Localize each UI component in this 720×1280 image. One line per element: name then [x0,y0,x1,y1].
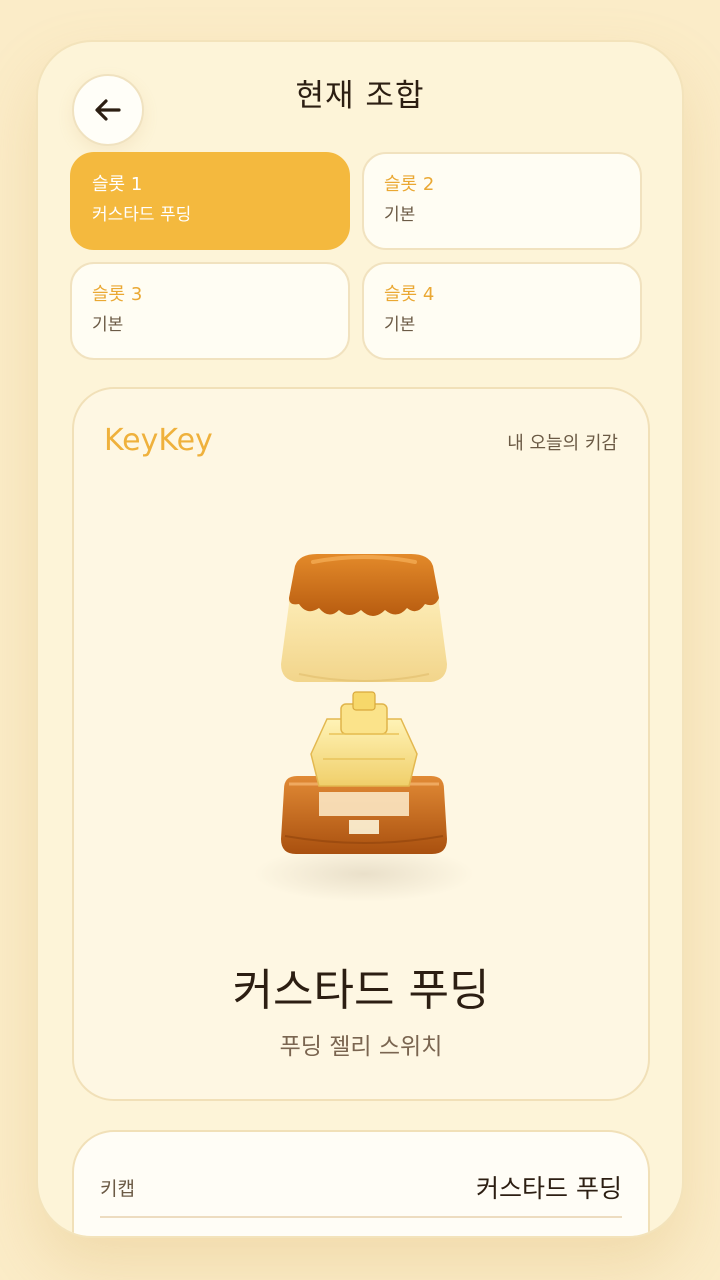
slot-3-button[interactable]: 슬롯 3 기본 [70,262,350,360]
combo-subtitle: 푸딩 젤리 스위치 [279,1034,443,1060]
slot-name: 슬롯 1 [92,174,143,195]
slot-value: 기본 [384,315,416,335]
combo-card: KeyKey 내 오늘의 키감 커스타드 푸딩 푸딩 젤리 스위치 [72,387,650,1101]
combo-name: 커스타드 푸딩 [232,965,490,1016]
slot-name: 슬롯 2 [384,174,435,195]
slot-1-button[interactable]: 슬롯 1 커스타드 푸딩 [70,152,350,250]
page-title: 현재 조합 [295,78,425,114]
slot-name: 슬롯 3 [92,284,143,305]
slot-grid: 슬롯 1 커스타드 푸딩 슬롯 2 기본 슬롯 3 기본 슬롯 4 기본 [70,152,642,360]
keycap-label: 키캡 [100,1177,135,1200]
brand-logo: KeyKey [104,423,213,458]
phone-screen: 현재 조합 슬롯 1 커스타드 푸딩 슬롯 2 기본 슬롯 3 기본 슬롯 4 … [36,40,684,1238]
pudding-keycap-switch-icon [254,554,474,902]
slot-value: 커스타드 푸딩 [92,205,192,225]
slot-4-button[interactable]: 슬롯 4 기본 [362,262,642,360]
mood-label: 내 오늘의 키감 [507,433,618,454]
detail-card: 키캡 커스타드 푸딩 [72,1130,650,1236]
keycap-row[interactable]: 키캡 커스타드 푸딩 [100,1158,622,1218]
slot-name: 슬롯 4 [384,284,435,305]
slot-value: 기본 [92,315,124,335]
slot-value: 기본 [384,205,416,225]
keycap-value: 커스타드 푸딩 [476,1174,622,1203]
slot-2-button[interactable]: 슬롯 2 기본 [362,152,642,250]
